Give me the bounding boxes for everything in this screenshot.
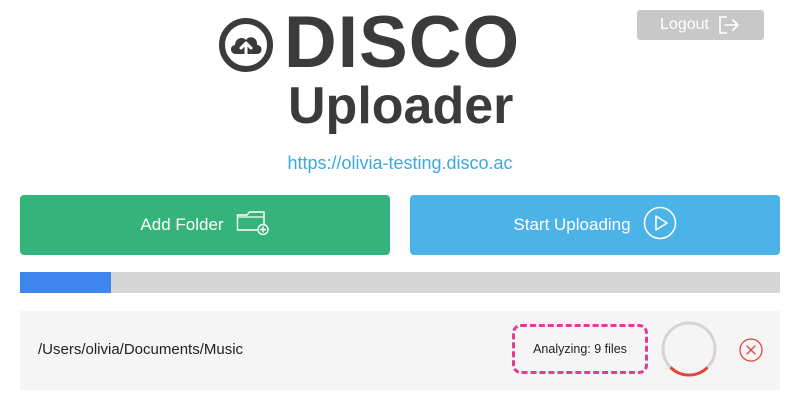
cloud-upload-icon <box>218 17 274 73</box>
start-uploading-button[interactable]: Start Uploading <box>410 195 780 255</box>
site-url-link[interactable]: https://olivia-testing.disco.ac <box>0 153 800 174</box>
logout-icon <box>717 15 741 35</box>
app-logo: DISCO Uploader <box>218 6 519 137</box>
play-circle-icon <box>643 206 677 245</box>
folder-status: Analyzing: 9 files <box>533 342 627 356</box>
loading-spinner-icon <box>661 321 717 377</box>
remove-folder-button[interactable] <box>738 337 764 363</box>
folder-path: /Users/olivia/Documents/Music <box>38 341 244 358</box>
brand-name: DISCO <box>284 2 521 83</box>
status-highlight: Analyzing: 9 files <box>512 324 648 374</box>
close-circle-icon <box>738 338 764 366</box>
brand-subtitle: Uploader <box>288 77 514 135</box>
logout-button[interactable]: Logout <box>637 10 764 40</box>
add-folder-label: Add Folder <box>140 215 224 234</box>
add-folder-button[interactable]: Add Folder <box>20 195 390 255</box>
upload-progress-fill <box>20 272 112 293</box>
folder-row: /Users/olivia/Documents/Music Analyzing:… <box>20 311 780 390</box>
folder-add-icon <box>236 210 270 241</box>
start-uploading-label: Start Uploading <box>513 215 631 234</box>
upload-progress-bar <box>20 272 780 293</box>
logout-label: Logout <box>660 16 709 33</box>
